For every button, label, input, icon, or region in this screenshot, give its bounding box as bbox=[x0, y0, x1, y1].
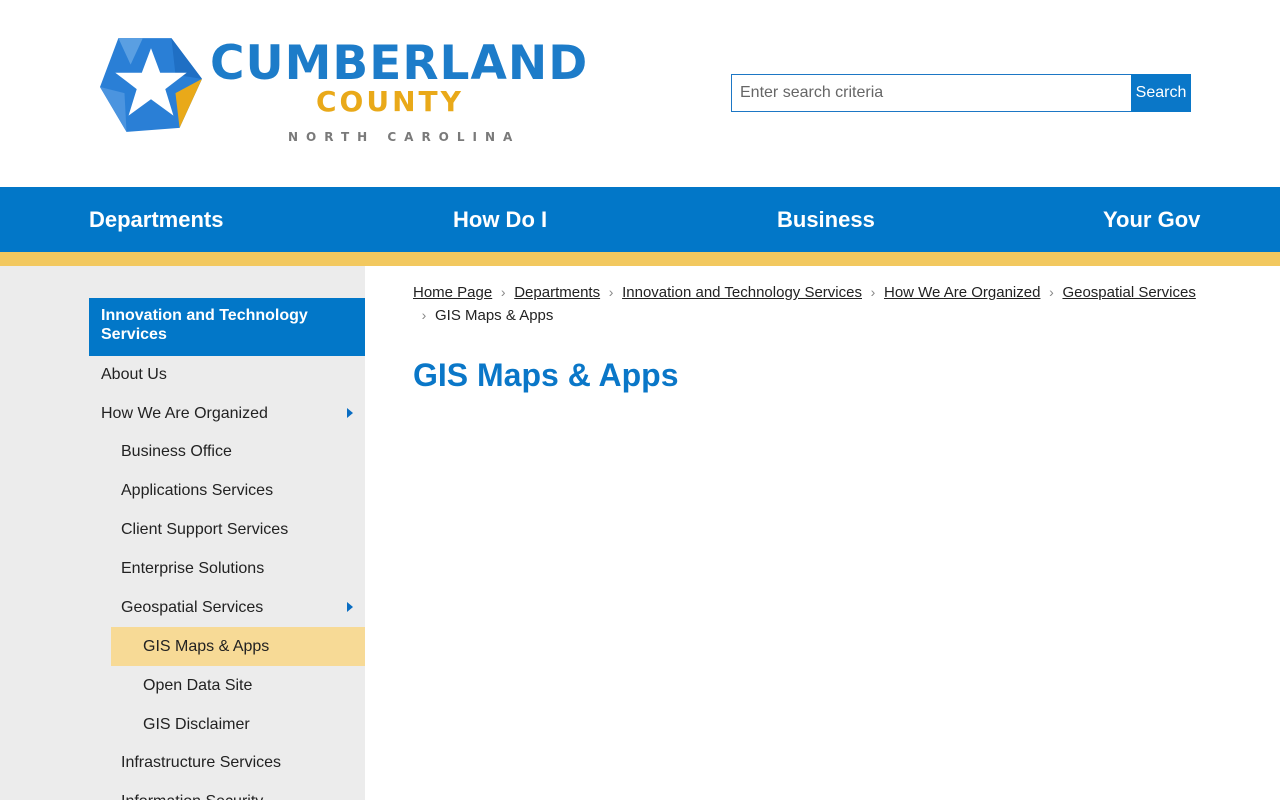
sidebar-item-client-support-services[interactable]: Client Support Services bbox=[109, 510, 365, 549]
chevron-right-icon: › bbox=[500, 284, 506, 300]
chevron-right-icon: › bbox=[608, 284, 614, 300]
sidebar-item-how-we-are-organized[interactable]: How We Are Organized bbox=[89, 394, 365, 433]
sidebar-item-information-security[interactable]: Information Security bbox=[109, 782, 365, 800]
sidebar-item-open-data-site[interactable]: Open Data Site bbox=[111, 666, 365, 705]
breadcrumb-innovation-technology-services[interactable]: Innovation and Technology Services bbox=[622, 284, 862, 301]
logo-state: NORTH CAROLINA bbox=[288, 130, 521, 144]
nav-business[interactable]: Business bbox=[777, 187, 875, 252]
county-logo[interactable]: CUMBERLAND COUNTY NORTH CAROLINA bbox=[100, 34, 587, 149]
logo-title: CUMBERLAND bbox=[210, 36, 589, 91]
nav-your-gov[interactable]: Your Gov bbox=[1103, 187, 1200, 252]
chevron-right-icon: › bbox=[1049, 284, 1054, 300]
main-nav: Departments How Do I Business Your Gov bbox=[0, 187, 1280, 252]
sidebar-item-label: Geospatial Services bbox=[121, 599, 264, 616]
search-input[interactable] bbox=[731, 74, 1131, 112]
breadcrumb-current: GIS Maps & Apps bbox=[435, 307, 554, 324]
sidebar-item-gis-maps-apps[interactable]: GIS Maps & Apps bbox=[111, 627, 365, 666]
sidebar-item-infrastructure-services[interactable]: Infrastructure Services bbox=[109, 743, 365, 782]
sidebar-item-gis-disclaimer[interactable]: GIS Disclaimer bbox=[111, 705, 365, 744]
nav-how-do-i[interactable]: How Do I bbox=[453, 187, 547, 252]
sidebar-item-about-us[interactable]: About Us bbox=[89, 355, 365, 394]
expand-arrow-icon[interactable] bbox=[347, 602, 353, 612]
chevron-right-icon: › bbox=[870, 284, 876, 300]
logo-subtitle: COUNTY bbox=[316, 85, 464, 118]
breadcrumb-departments[interactable]: Departments bbox=[514, 284, 600, 301]
sidebar-heading[interactable]: Innovation and Technology Services bbox=[89, 298, 365, 356]
sidebar-item-label: How We Are Organized bbox=[101, 405, 268, 422]
search-button[interactable]: Search bbox=[1131, 74, 1191, 112]
star-logo-icon bbox=[100, 38, 202, 132]
nav-departments[interactable]: Departments bbox=[89, 187, 223, 252]
breadcrumb-home-page[interactable]: Home Page bbox=[413, 284, 492, 301]
sidebar-item-applications-services[interactable]: Applications Services bbox=[109, 471, 365, 510]
sidebar-item-enterprise-solutions[interactable]: Enterprise Solutions bbox=[109, 549, 365, 588]
breadcrumb: Home Page › Departments › Innovation and Tec… bbox=[413, 281, 1213, 327]
site-header: CUMBERLAND COUNTY NORTH CAROLINA Search bbox=[0, 0, 1280, 187]
breadcrumb-how-we-are-organized[interactable]: How We Are Organized bbox=[884, 284, 1040, 301]
sidebar-item-geospatial-services[interactable]: Geospatial Services bbox=[109, 588, 365, 627]
breadcrumb-geospatial-services[interactable]: Geospatial Services bbox=[1062, 284, 1195, 301]
nav-accent-stripe bbox=[0, 252, 1280, 266]
chevron-right-icon: › bbox=[421, 307, 427, 323]
expand-arrow-icon[interactable] bbox=[347, 408, 353, 418]
site-search: Search bbox=[731, 74, 1191, 112]
page-title: GIS Maps & Apps bbox=[413, 357, 679, 393]
sidebar-item-business-office[interactable]: Business Office bbox=[109, 432, 365, 471]
